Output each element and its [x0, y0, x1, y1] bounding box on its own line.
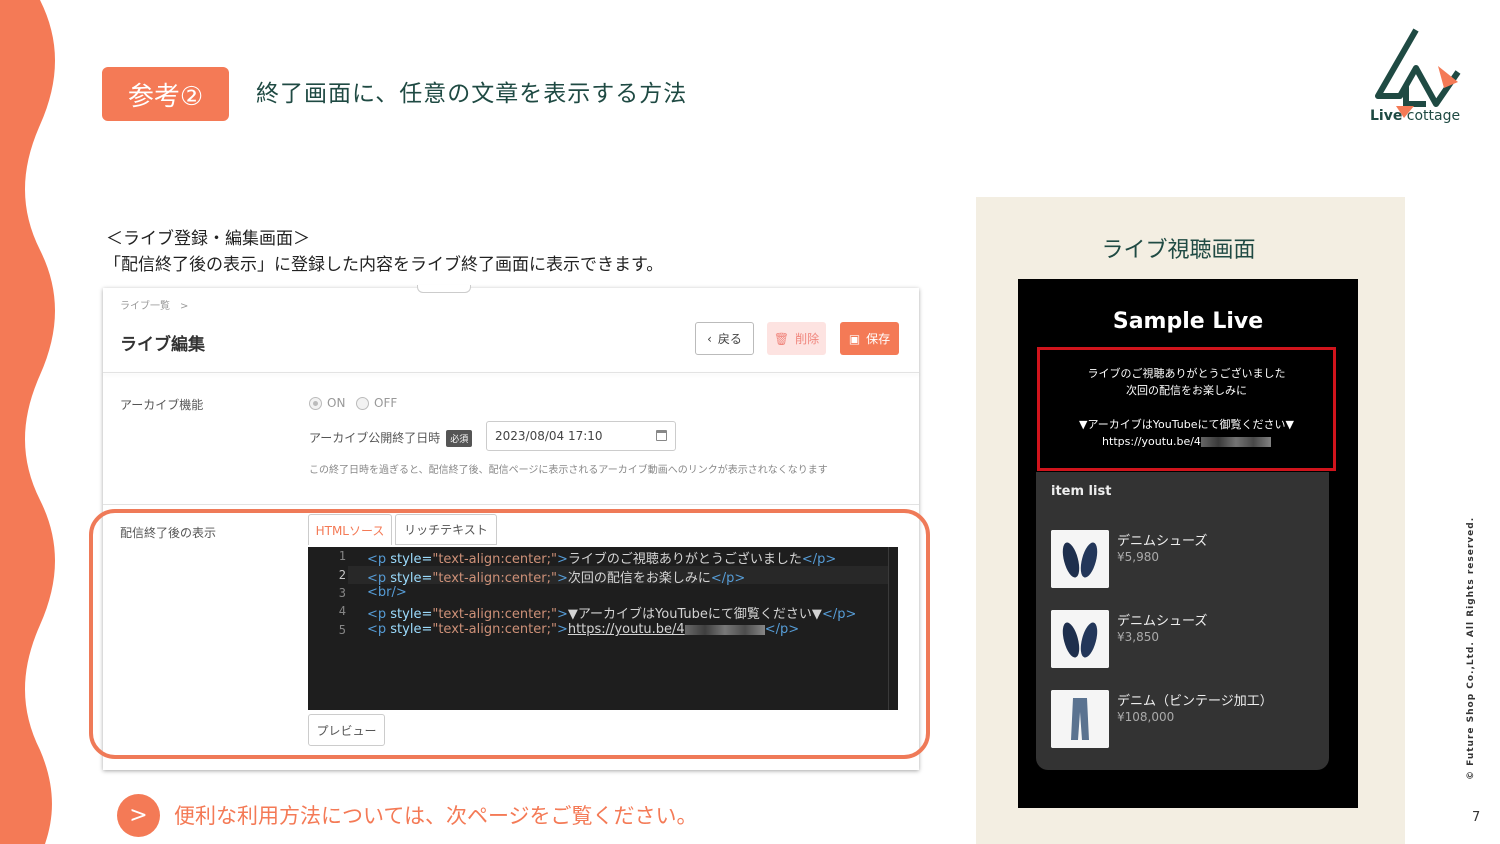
reference-badge: 参考②: [102, 67, 229, 121]
decorative-wave: [0, 0, 55, 844]
header-divider: [103, 372, 919, 373]
save-button[interactable]: ▣ 保存: [840, 322, 899, 355]
calendar-icon[interactable]: [656, 430, 667, 441]
section-divider: [103, 504, 919, 505]
message-line: ▼アーカイブはYouTubeにて御覧ください▼: [1079, 418, 1294, 431]
breadcrumb[interactable]: ライブ一覧 >: [120, 297, 188, 312]
item-name: デニムシューズ: [1117, 614, 1208, 629]
live-title: Sample Live: [1112, 309, 1264, 334]
panel-tab-handle: [417, 285, 471, 293]
list-item[interactable]: デニムシューズ ¥3,850: [1051, 610, 1321, 670]
shoe-thumbnail: [1051, 530, 1109, 588]
jeans-thumbnail: [1051, 690, 1109, 748]
back-button[interactable]: ‹ 戻る: [695, 322, 754, 355]
cta-text: 便利な利用方法については、次ページをご覧ください。: [174, 804, 698, 828]
message-line: https://youtu.be/4: [1040, 433, 1333, 450]
message-line: ライブのご視聴ありがとうございました: [1087, 367, 1286, 380]
item-price: ¥108,000: [1117, 710, 1175, 724]
viewer-section-title: ライブ視聴画面: [1101, 238, 1256, 263]
live-viewer-screenshot: Sample Live ライブのご視聴ありがとうございました 次回の配信をお楽し…: [1018, 279, 1358, 808]
list-item[interactable]: デニムシューズ ¥5,980: [1051, 530, 1321, 590]
archive-feature-label: アーカイブ機能: [120, 398, 204, 412]
archive-hint: この終了日時を過ぎると、配信終了後、配信ページに表示されるアーカイブ動画へのリン…: [309, 465, 828, 476]
item-list-card: item list デニムシューズ ¥5,980 デニムシューズ ¥3,850: [1036, 472, 1329, 770]
slide-title: 終了画面に、任意の文章を表示する方法: [256, 81, 688, 107]
slide: 参考② 終了画面に、任意の文章を表示する方法 Live cottage ＜ライブ…: [0, 0, 1500, 844]
item-list-title: item list: [1051, 484, 1112, 499]
item-price: ¥3,850: [1117, 630, 1159, 644]
page-title: ライブ編集: [120, 335, 205, 355]
message-line: 次回の配信をお楽しみに: [1126, 384, 1247, 397]
archive-end-label: アーカイブ公開終了日時 必須: [309, 429, 473, 447]
radio-off-dot[interactable]: [356, 396, 369, 410]
radio-on[interactable]: ON: [309, 396, 345, 410]
next-arrow-icon: >: [117, 794, 160, 837]
shoe-thumbnail: [1051, 610, 1109, 668]
item-name: デニムシューズ: [1117, 534, 1208, 549]
highlight-frame: [89, 509, 930, 759]
redacted-url: [1200, 437, 1271, 447]
chevron-left-icon: ‹: [707, 331, 712, 346]
trash-icon: 🗑: [773, 331, 790, 346]
floppy-icon: ▣: [848, 331, 861, 346]
item-name: デニム（ビンテージ加工）: [1117, 694, 1273, 709]
end-message-box: ライブのご視聴ありがとうございました 次回の配信をお楽しみに ▼アーカイブはYo…: [1037, 347, 1336, 471]
radio-off[interactable]: OFF: [356, 396, 397, 410]
copyright: © Future Shop Co.,Ltd. All Rights reserv…: [1466, 516, 1476, 780]
section-heading: ＜ライブ登録・編集画面＞: [106, 229, 310, 249]
radio-on-dot[interactable]: [309, 396, 322, 410]
required-badge: 必須: [446, 430, 473, 447]
delete-button[interactable]: 🗑 削除: [767, 322, 826, 355]
section-description: 「配信終了後の表示」に登録した内容をライブ終了画面に表示できます。: [104, 255, 664, 275]
message-line: [1040, 399, 1333, 416]
item-price: ¥5,980: [1117, 550, 1159, 564]
list-item[interactable]: デニム（ビンテージ加工） ¥108,000: [1051, 690, 1321, 750]
archive-end-input[interactable]: 2023/08/04 17:10: [486, 421, 676, 451]
logo-wordmark: Live cottage: [1370, 108, 1461, 124]
page-number: 7: [1472, 810, 1481, 825]
